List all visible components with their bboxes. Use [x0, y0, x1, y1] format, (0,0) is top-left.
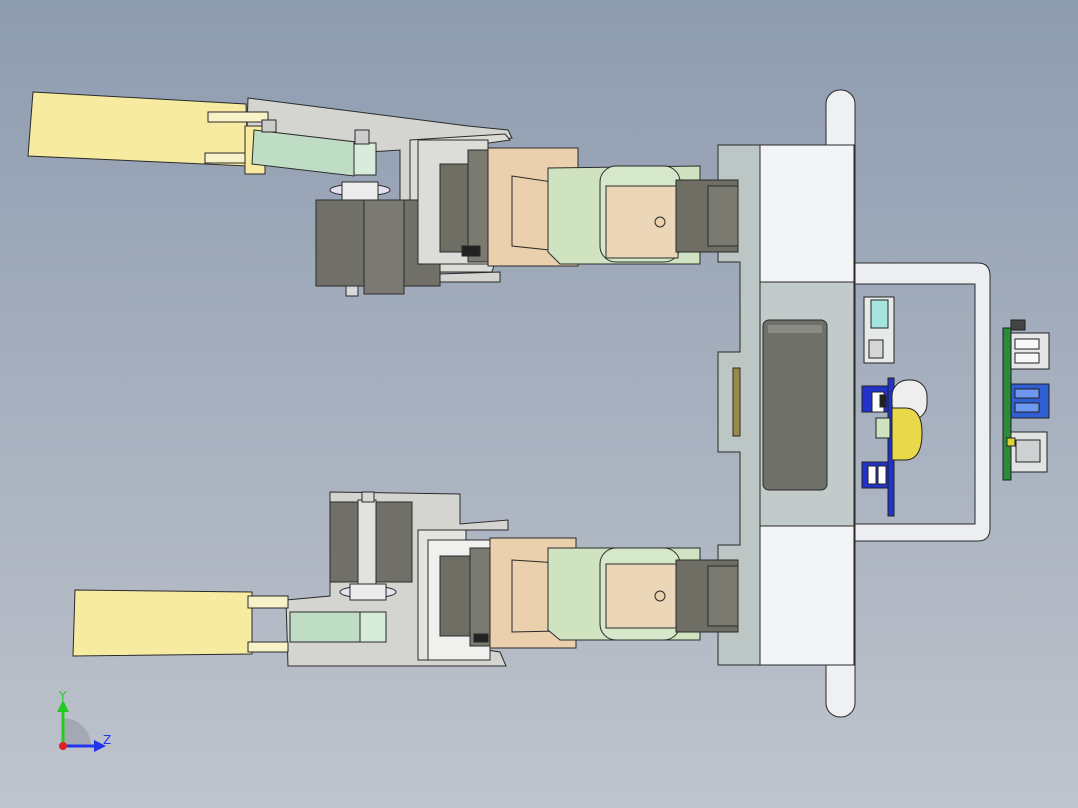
lower-gripper-finger: [72, 589, 253, 657]
controller-pcb: [1002, 327, 1012, 481]
ultrasonic-transducer-bottom: [891, 407, 923, 461]
x-axis-dot: [59, 742, 67, 750]
axis-triad: Y Z: [57, 689, 111, 752]
usb-port-1: [1010, 332, 1050, 370]
battery-box: [762, 319, 828, 491]
y-axis-label: Y: [58, 689, 67, 703]
z-axis-label: Z: [103, 733, 111, 747]
upper-arm: [27, 91, 739, 297]
lower-arm: [72, 491, 739, 667]
cad-viewport[interactable]: Y Z: [0, 0, 1078, 808]
triad-quadrant: [63, 718, 91, 746]
base-assembly: [717, 89, 991, 718]
robot-assembly-drawing: Y Z: [27, 89, 1050, 752]
battery-box-highlight: [768, 325, 822, 333]
switch-slot: [732, 367, 741, 437]
electronics: [861, 296, 1050, 517]
